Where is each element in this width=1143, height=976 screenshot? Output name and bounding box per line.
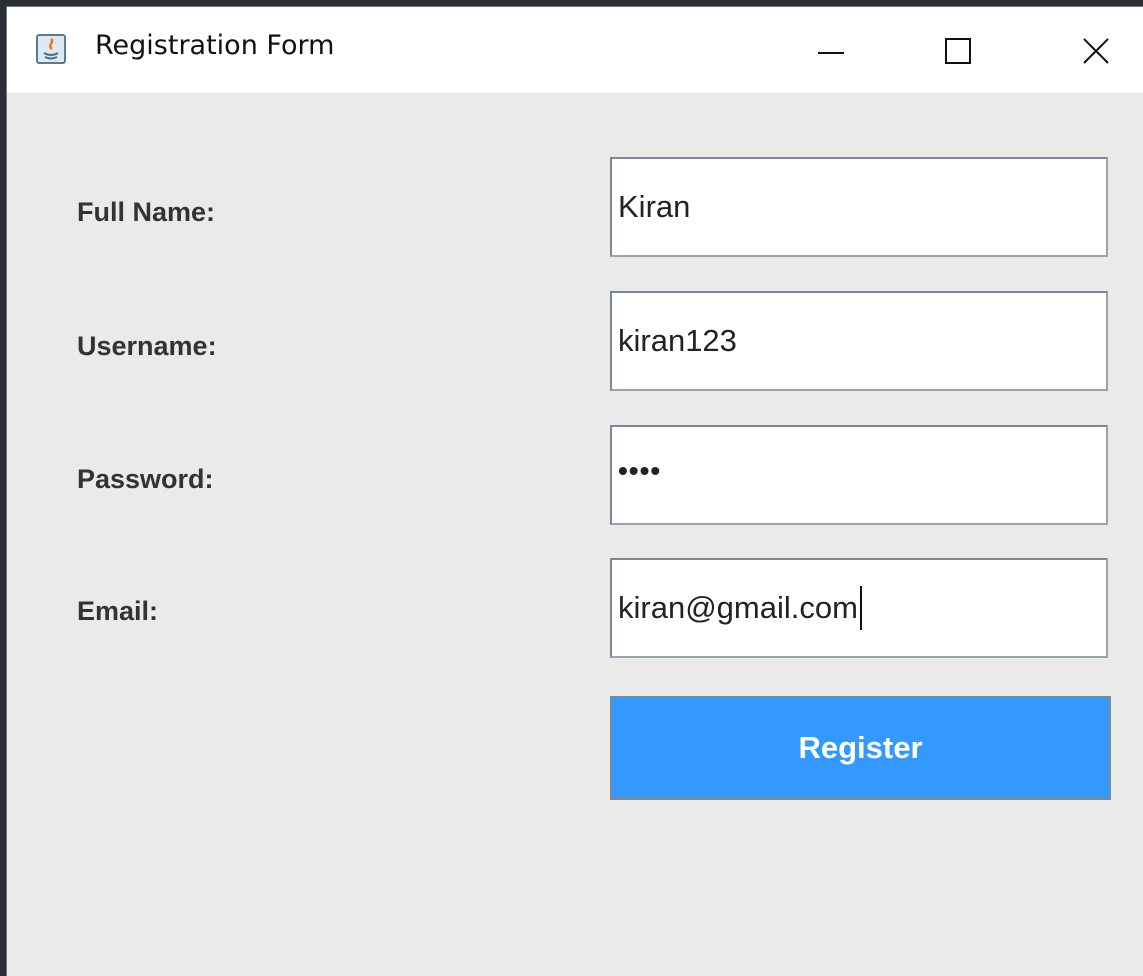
email-label: Email: — [77, 596, 159, 626]
java-app-icon — [36, 34, 66, 64]
window-title: Registration Form — [95, 30, 335, 61]
full-name-value: Kiran — [618, 189, 691, 224]
registration-window: Registration Form Full Name: Kiran Usern… — [6, 6, 1143, 976]
password-mask: •••• — [618, 455, 662, 486]
password-label: Password: — [77, 464, 214, 494]
close-button[interactable] — [1066, 23, 1126, 79]
minimize-icon — [818, 52, 844, 54]
text-caret — [859, 586, 862, 630]
email-input[interactable]: kiran@gmail.com — [610, 558, 1108, 658]
title-bar[interactable]: Registration Form — [7, 7, 1143, 93]
email-value: kiran@gmail.com — [618, 590, 858, 625]
minimize-button[interactable] — [801, 23, 861, 79]
maximize-button[interactable] — [928, 23, 988, 79]
username-value: kiran123 — [618, 323, 737, 358]
register-button-label: Register — [798, 730, 923, 765]
password-input[interactable]: •••• — [610, 425, 1108, 525]
username-label: Username: — [77, 331, 217, 361]
username-input[interactable]: kiran123 — [610, 291, 1108, 391]
close-icon — [1083, 38, 1109, 64]
maximize-icon — [945, 38, 971, 64]
register-button[interactable]: Register — [610, 696, 1111, 800]
full-name-label: Full Name: — [77, 197, 216, 227]
full-name-input[interactable]: Kiran — [610, 157, 1108, 257]
